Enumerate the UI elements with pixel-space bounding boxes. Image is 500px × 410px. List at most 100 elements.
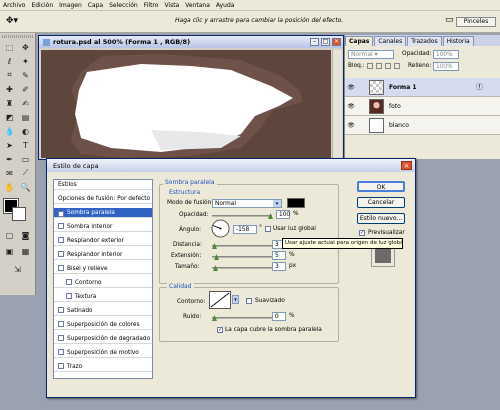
close-button[interactable]: ×	[332, 38, 341, 46]
menu-archivo[interactable]: Archivo	[0, 2, 28, 9]
style-item[interactable]: Contorno	[54, 278, 152, 288]
style-checkbox[interactable]	[58, 335, 64, 341]
style-checkbox[interactable]	[58, 223, 64, 229]
chevron-down-icon[interactable]: ▾	[273, 200, 281, 207]
size-field[interactable]: 3	[272, 262, 286, 271]
jump-to-imageready-icon[interactable]: ⇲	[11, 263, 24, 275]
style-item[interactable]: Superposición de motivo	[54, 348, 152, 358]
brushes-icon[interactable]: ▭	[445, 15, 454, 25]
slice-tool-icon[interactable]: ✎	[19, 69, 32, 81]
style-item[interactable]: Opciones de fusión: Por defecto	[54, 194, 152, 204]
noise-slider[interactable]	[212, 315, 272, 321]
dodge-tool-icon[interactable]: ◐	[19, 125, 32, 137]
shadow-color-swatch[interactable]	[287, 198, 305, 208]
toolbox-grip[interactable]	[2, 35, 33, 38]
menu-filtro[interactable]: Filtro	[141, 2, 162, 9]
zoom-tool-icon[interactable]: 🔍	[19, 181, 32, 193]
effects-icon[interactable]: ⓕ	[476, 82, 483, 92]
opacity-field[interactable]: 100	[276, 210, 290, 219]
style-item[interactable]: Resplandor interior	[54, 250, 152, 260]
size-slider[interactable]	[212, 265, 272, 271]
eye-icon[interactable]: 👁	[345, 84, 357, 91]
ok-button[interactable]: OK	[357, 181, 405, 192]
contour-dropdown-icon[interactable]: ▾	[232, 295, 239, 304]
menu-imagen[interactable]: Imagen	[56, 2, 85, 9]
distance-slider[interactable]	[212, 243, 272, 249]
menu-ventana[interactable]: Ventana	[182, 2, 213, 9]
style-checkbox[interactable]	[58, 251, 64, 257]
blend-mode-select[interactable]: Normal ▾	[212, 199, 282, 208]
tab-historia[interactable]: Historia	[442, 36, 474, 46]
type-tool-icon[interactable]: T	[19, 139, 32, 151]
style-item[interactable]: Resplandor exterior	[54, 236, 152, 246]
blur-tool-icon[interactable]: 💧	[3, 125, 16, 137]
clone-stamp-icon[interactable]: ♜	[3, 97, 16, 109]
brushes-tab[interactable]: Pinceles	[456, 17, 496, 27]
hand-tool-icon[interactable]: ✋	[3, 181, 16, 193]
knockout-checkbox[interactable]: ✓	[217, 327, 223, 333]
dialog-close-button[interactable]: ×	[401, 161, 412, 170]
style-item[interactable]: Superposición de colores	[54, 320, 152, 330]
screen-mode-full-icon[interactable]: ▦	[19, 245, 32, 257]
preview-checkbox[interactable]: ✓	[359, 230, 365, 236]
style-item[interactable]: Estilos	[54, 180, 152, 190]
opacity-field[interactable]: 100%	[433, 50, 459, 59]
contour-preview[interactable]	[209, 291, 231, 309]
tab-trazados[interactable]: Trazados	[407, 36, 442, 46]
new-style-button[interactable]: Estilo nuevo...	[357, 213, 405, 224]
layer-row-blanco[interactable]: 👁 blanco	[345, 116, 500, 135]
global-light-checkbox[interactable]	[265, 226, 271, 232]
crop-tool-icon[interactable]: ⌗	[3, 69, 16, 81]
style-checkbox[interactable]	[66, 279, 72, 285]
history-brush-icon[interactable]: ✍	[19, 97, 32, 109]
noise-field[interactable]: 0	[272, 312, 286, 321]
shape-tool-icon[interactable]: ▭	[19, 153, 32, 165]
path-selection-icon[interactable]: ➤	[3, 139, 16, 151]
style-item[interactable]: Superposición de degradado	[54, 334, 152, 344]
layer-row-forma1[interactable]: 👁 Forma 1 ⓕ	[345, 78, 500, 97]
fill-field[interactable]: 100%	[433, 62, 459, 71]
lock-pixels-icon[interactable]	[376, 63, 382, 69]
dialog-titlebar[interactable]: Estilo de capa	[47, 159, 415, 172]
menu-ayuda[interactable]: Ayuda	[213, 2, 238, 9]
style-item[interactable]: ✓ Sombra paralela	[54, 208, 152, 218]
menu-edicion[interactable]: Edición	[28, 2, 56, 9]
opacity-slider[interactable]	[212, 213, 273, 219]
lock-position-icon[interactable]	[385, 63, 391, 69]
maximize-button[interactable]: □	[321, 38, 330, 46]
gradient-tool-icon[interactable]: ▤	[19, 111, 32, 123]
style-checkbox[interactable]	[58, 321, 64, 327]
menu-seleccion[interactable]: Selección	[106, 2, 141, 9]
notes-tool-icon[interactable]: ✉	[3, 167, 16, 179]
standard-mode-icon[interactable]: ▢	[3, 229, 16, 241]
style-item[interactable]: Satinado	[54, 306, 152, 316]
brush-tool-icon[interactable]: ✐	[19, 83, 32, 95]
style-checkbox[interactable]	[58, 237, 64, 243]
spread-slider[interactable]	[212, 254, 272, 260]
cancel-button[interactable]: Cancelar	[357, 197, 405, 208]
eye-icon[interactable]: 👁	[345, 122, 357, 129]
style-checkbox[interactable]: ✓	[58, 211, 64, 217]
menu-vista[interactable]: Vista	[161, 2, 182, 9]
menu-capa[interactable]: Capa	[85, 2, 106, 9]
screen-mode-standard-icon[interactable]: ▣	[3, 245, 16, 257]
style-item[interactable]: Textura	[54, 292, 152, 302]
lock-transparency-icon[interactable]	[367, 63, 373, 69]
style-checkbox[interactable]	[58, 363, 64, 369]
tab-canales[interactable]: Canales	[374, 36, 407, 46]
style-item[interactable]: Trazo	[54, 362, 152, 372]
style-checkbox[interactable]	[58, 265, 64, 271]
healing-brush-icon[interactable]: ✚	[3, 83, 16, 95]
style-item[interactable]: Bisel y relieve	[54, 264, 152, 274]
antialias-checkbox[interactable]	[246, 298, 252, 304]
marquee-tool-icon[interactable]: ⬚	[3, 41, 16, 53]
style-checkbox[interactable]	[58, 307, 64, 313]
magic-wand-icon[interactable]: ✦	[19, 55, 32, 67]
pen-tool-icon[interactable]: ✒	[3, 153, 16, 165]
minimize-button[interactable]: –	[310, 38, 319, 46]
eyedropper-icon[interactable]: ⟋	[19, 167, 32, 179]
layer-row-foto[interactable]: 👁 foto	[345, 97, 500, 116]
lasso-tool-icon[interactable]: ℓ	[3, 55, 16, 67]
angle-dial[interactable]	[211, 219, 230, 238]
eye-icon[interactable]: 👁	[345, 103, 357, 110]
